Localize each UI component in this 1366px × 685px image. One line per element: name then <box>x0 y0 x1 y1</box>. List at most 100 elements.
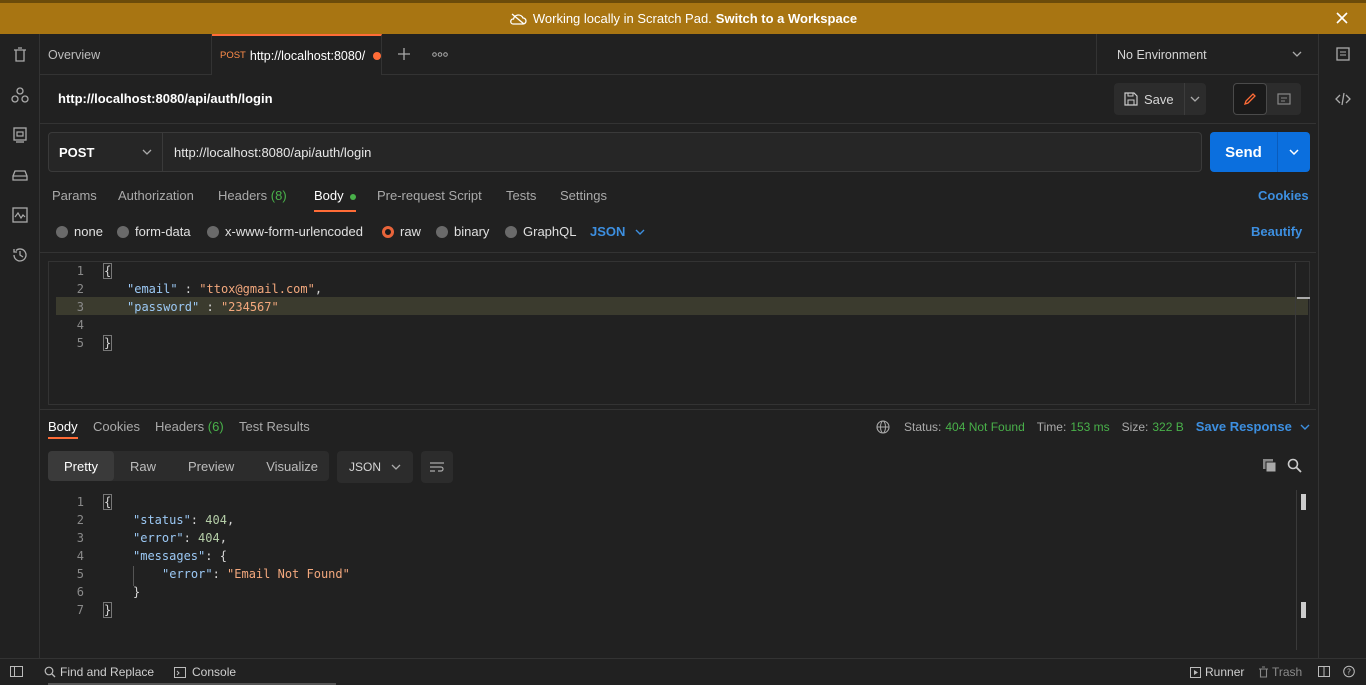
environment-quick-look-icon[interactable] <box>1335 46 1351 62</box>
mock-servers-icon[interactable] <box>11 166 29 184</box>
body-indicator-dot <box>350 193 357 200</box>
environment-label: No Environment <box>1117 47 1207 62</box>
send-button[interactable]: Send <box>1210 132 1278 172</box>
environments-icon[interactable] <box>11 126 29 144</box>
tab-params[interactable]: Params <box>52 188 97 212</box>
toggle-sidebar-icon[interactable] <box>10 666 23 677</box>
edit-mode-button[interactable] <box>1233 83 1267 115</box>
line-number: 1 <box>76 495 84 509</box>
response-scrollbar[interactable] <box>1296 490 1308 650</box>
line-number: 3 <box>76 300 84 314</box>
code-line-messages: "messages": { <box>133 549 227 563</box>
method-select[interactable]: POST <box>49 133 163 171</box>
tab-settings[interactable]: Settings <box>560 188 607 212</box>
copy-icon[interactable] <box>1262 458 1278 474</box>
runner-button[interactable]: Runner <box>1190 665 1244 679</box>
tab-overview[interactable]: Overview <box>40 34 212 75</box>
radio-binary-label: binary <box>454 224 490 239</box>
format-raw-button[interactable]: Raw <box>114 451 172 481</box>
search-icon[interactable] <box>1287 458 1302 473</box>
tab-tests[interactable]: Tests <box>506 188 536 212</box>
body-language-select[interactable]: JSON <box>590 224 645 239</box>
format-pretty-button[interactable]: Pretty <box>48 451 114 481</box>
radio-form-data[interactable]: form-data <box>117 224 191 239</box>
radio-urlencoded[interactable]: x-www-form-urlencoded <box>207 224 363 239</box>
radio-binary[interactable]: binary <box>436 224 489 239</box>
divider <box>40 409 1316 410</box>
send-options-button[interactable] <box>1278 132 1310 172</box>
runner-icon <box>1190 666 1201 678</box>
response-language-select[interactable]: JSON <box>337 451 413 483</box>
tab-headers[interactable]: Headers (8) <box>218 188 287 212</box>
url-bar: POST <box>48 132 1202 172</box>
monitors-icon[interactable] <box>11 206 29 224</box>
wrap-lines-button[interactable] <box>421 451 453 483</box>
response-tab-cookies[interactable]: Cookies <box>93 419 140 439</box>
size-value[interactable]: 322 B <box>1152 420 1183 434</box>
radio-graphql-label: GraphQL <box>523 224 577 239</box>
tab-body[interactable]: Body <box>314 188 357 212</box>
switch-workspace-link[interactable]: Switch to a Workspace <box>716 11 857 26</box>
response-meta: Status: 404 Not Found Time: 153 ms Size:… <box>876 419 1310 434</box>
code-line-inner-error: "error": "Email Not Found" <box>162 567 350 581</box>
apis-icon[interactable] <box>11 86 29 104</box>
code-line-status: "status": 404, <box>133 513 235 527</box>
tab-prerequest-script[interactable]: Pre-request Script <box>377 188 482 212</box>
trash-label: Trash <box>1272 665 1303 679</box>
radio-raw[interactable]: raw <box>382 224 421 239</box>
history-icon[interactable] <box>11 246 29 264</box>
status-bar: Find and Replace Console Runner Trash ? <box>0 658 1366 685</box>
radio-raw-label: raw <box>400 224 421 239</box>
response-tab-body[interactable]: Body <box>48 419 78 439</box>
response-tab-headers[interactable]: Headers (6) <box>155 419 224 439</box>
code-line-email: "email" : "ttox@gmail.com", <box>127 282 323 296</box>
save-response-label: Save Response <box>1195 419 1292 434</box>
tab-request[interactable]: POST http://localhost:8080/ <box>212 34 382 75</box>
url-input[interactable] <box>163 133 1201 171</box>
code-icon[interactable] <box>1335 92 1351 106</box>
comments-mode-button[interactable] <box>1267 83 1301 115</box>
two-pane-icon[interactable] <box>1318 666 1330 677</box>
tab-method-label: POST <box>220 50 246 61</box>
close-icon[interactable] <box>1334 10 1350 26</box>
cookies-link[interactable]: Cookies <box>1258 188 1309 203</box>
right-sidebar-rail <box>1318 34 1366 658</box>
tab-request-label: http://localhost:8080/ <box>249 48 366 63</box>
response-tab-test-results[interactable]: Test Results <box>239 419 310 439</box>
runner-label: Runner <box>1205 665 1245 679</box>
trash-icon[interactable] <box>11 46 29 64</box>
size-label: Size: <box>1121 419 1149 434</box>
save-response-button[interactable]: Save Response <box>1196 419 1310 434</box>
format-preview-button[interactable]: Preview <box>172 451 250 481</box>
editor-scrollbar[interactable] <box>1295 263 1310 403</box>
save-label: Save <box>1144 91 1174 107</box>
new-tab-plus-icon[interactable] <box>397 47 411 61</box>
console-button[interactable]: Console <box>174 665 236 679</box>
radio-form-data-label: form-data <box>135 224 191 239</box>
find-replace-label: Find and Replace <box>60 665 155 679</box>
response-format-toggle: Pretty Raw Preview Visualize <box>48 451 329 481</box>
globe-icon[interactable] <box>876 419 890 434</box>
status-value[interactable]: 404 Not Found <box>945 420 1024 434</box>
tab-authorization[interactable]: Authorization <box>118 188 194 212</box>
beautify-button[interactable]: Beautify <box>1251 224 1302 239</box>
environment-select[interactable]: No Environment <box>1096 34 1318 75</box>
body-language-label: JSON <box>590 224 626 239</box>
save-button[interactable]: Save <box>1114 83 1185 115</box>
radio-graphql[interactable]: GraphQL <box>505 224 576 239</box>
help-icon[interactable]: ? <box>1343 665 1355 678</box>
find-replace-button[interactable]: Find and Replace <box>44 665 154 679</box>
radio-none[interactable]: none <box>56 224 103 239</box>
json-string: "Email Not Found" <box>227 567 350 581</box>
save-options-button[interactable] <box>1185 96 1206 102</box>
format-visualize-button[interactable]: Visualize <box>250 451 334 481</box>
request-title[interactable]: http://localhost:8080/api/auth/login <box>58 91 273 106</box>
trash-button[interactable]: Trash <box>1258 665 1302 679</box>
radio-none-label: none <box>74 224 103 239</box>
json-string: "ttox@gmail.com" <box>199 282 315 296</box>
tab-overview-label: Overview <box>48 47 101 62</box>
time-value[interactable]: 153 ms <box>1070 420 1109 434</box>
more-tabs-icon[interactable] <box>432 52 448 57</box>
scroll-thumb[interactable] <box>1297 297 1310 299</box>
scroll-thumb[interactable] <box>1301 494 1306 510</box>
